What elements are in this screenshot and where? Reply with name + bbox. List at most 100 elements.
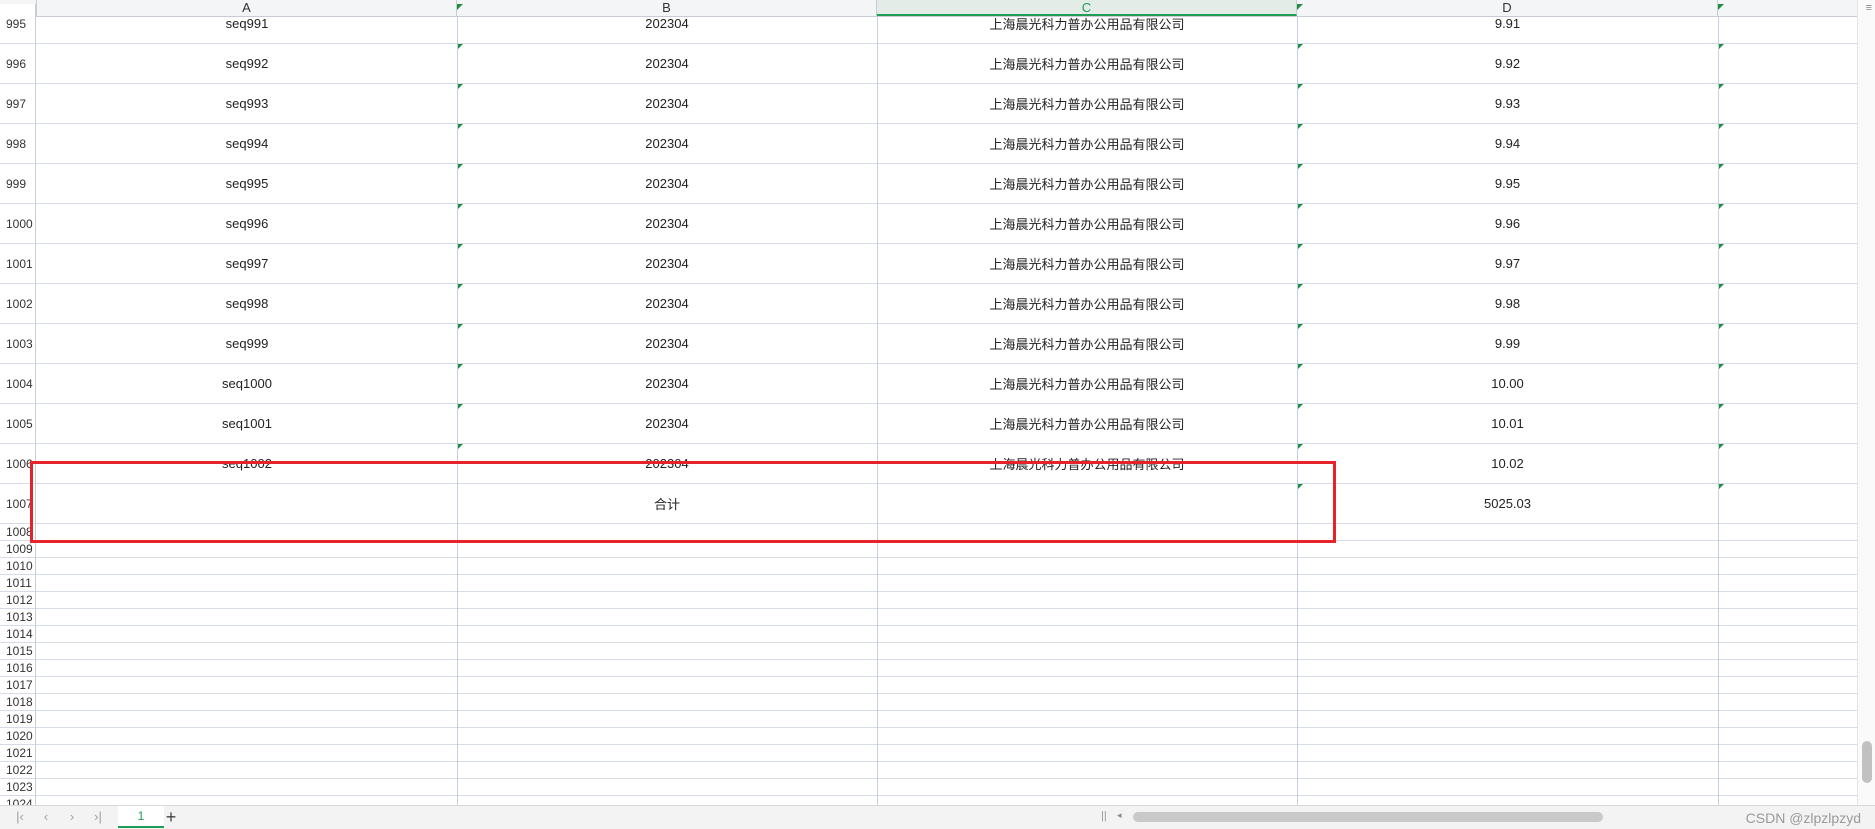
- cell-amount[interactable]: 9.98: [1297, 284, 1718, 323]
- first-sheet-icon[interactable]: |‹: [12, 809, 28, 825]
- total-label-cell[interactable]: 合计: [37, 484, 1297, 523]
- row-header[interactable]: 1003: [0, 324, 36, 363]
- cell-seq[interactable]: seq999: [37, 324, 457, 363]
- cell-seq[interactable]: seq1000: [37, 364, 457, 403]
- cell-amount[interactable]: 9.91: [1297, 4, 1718, 43]
- row-header[interactable]: 1011: [0, 575, 36, 591]
- cell-company[interactable]: 上海晨光科力普办公用品有限公司: [877, 204, 1297, 243]
- row-header[interactable]: 1010: [0, 558, 36, 574]
- cell-seq[interactable]: seq997: [37, 244, 457, 283]
- cell-company[interactable]: 上海晨光科力普办公用品有限公司: [877, 84, 1297, 123]
- cell-company[interactable]: 上海晨光科力普办公用品有限公司: [877, 364, 1297, 403]
- row-header[interactable]: 1009: [0, 541, 36, 557]
- cell-amount[interactable]: 9.93: [1297, 84, 1718, 123]
- cell-empty[interactable]: [1718, 44, 1858, 83]
- row-header[interactable]: 1002: [0, 284, 36, 323]
- cell-empty[interactable]: [1718, 84, 1858, 123]
- cell-empty[interactable]: [1718, 284, 1858, 323]
- cell-empty[interactable]: [1718, 484, 1858, 523]
- cell-company[interactable]: 上海晨光科力普办公用品有限公司: [877, 44, 1297, 83]
- cell-seq[interactable]: seq998: [37, 284, 457, 323]
- cell-seq[interactable]: seq992: [37, 44, 457, 83]
- cell-empty[interactable]: [1718, 244, 1858, 283]
- row-header[interactable]: 1013: [0, 609, 36, 625]
- row-header[interactable]: 1017: [0, 677, 36, 693]
- cell-seq[interactable]: seq996: [37, 204, 457, 243]
- row-header[interactable]: 1020: [0, 728, 36, 744]
- cell-amount[interactable]: 10.02: [1297, 444, 1718, 483]
- cell-company[interactable]: 上海晨光科力普办公用品有限公司: [877, 404, 1297, 443]
- vertical-scroll-thumb[interactable]: [1862, 741, 1872, 783]
- cell-amount[interactable]: 9.92: [1297, 44, 1718, 83]
- cell-company[interactable]: 上海晨光科力普办公用品有限公司: [877, 284, 1297, 323]
- cell-period[interactable]: 202304: [457, 204, 877, 243]
- cell-seq[interactable]: seq994: [37, 124, 457, 163]
- cell-period[interactable]: 202304: [457, 244, 877, 283]
- cell-company[interactable]: 上海晨光科力普办公用品有限公司: [877, 164, 1297, 203]
- cell-period[interactable]: 202304: [457, 44, 877, 83]
- cell-empty[interactable]: [1718, 444, 1858, 483]
- cell-empty[interactable]: [1718, 4, 1858, 43]
- split-handle-icon[interactable]: ||: [1101, 810, 1107, 822]
- horizontal-scrollbar[interactable]: ◂: [1113, 810, 1841, 824]
- row-header[interactable]: 1016: [0, 660, 36, 676]
- row-header[interactable]: 995: [0, 4, 36, 43]
- row-header[interactable]: 1015: [0, 643, 36, 659]
- cell-amount[interactable]: 9.97: [1297, 244, 1718, 283]
- cell-empty[interactable]: [1718, 404, 1858, 443]
- prev-sheet-icon[interactable]: ‹: [38, 809, 54, 825]
- cell-company[interactable]: 上海晨光科力普办公用品有限公司: [877, 4, 1297, 43]
- cell-empty[interactable]: [1718, 204, 1858, 243]
- cell-period[interactable]: 202304: [457, 284, 877, 323]
- row-header[interactable]: 1004: [0, 364, 36, 403]
- row-header[interactable]: 1014: [0, 626, 36, 642]
- last-sheet-icon[interactable]: ›|: [90, 809, 106, 825]
- cell-amount[interactable]: 10.01: [1297, 404, 1718, 443]
- cell-empty[interactable]: [1718, 364, 1858, 403]
- cell-company[interactable]: 上海晨光科力普办公用品有限公司: [877, 324, 1297, 363]
- menu-icon[interactable]: ≡: [1866, 2, 1872, 14]
- cell-period[interactable]: 202304: [457, 164, 877, 203]
- row-header[interactable]: 1007: [0, 484, 36, 523]
- cell-seq[interactable]: seq1001: [37, 404, 457, 443]
- cell-period[interactable]: 202304: [457, 124, 877, 163]
- cell-seq[interactable]: seq995: [37, 164, 457, 203]
- add-sheet-icon[interactable]: +: [162, 808, 180, 826]
- cell-empty[interactable]: [1718, 124, 1858, 163]
- cell-amount[interactable]: 9.96: [1297, 204, 1718, 243]
- row-header[interactable]: 1006: [0, 444, 36, 483]
- row-header[interactable]: 1019: [0, 711, 36, 727]
- cell-seq[interactable]: seq991: [37, 4, 457, 43]
- row-header[interactable]: 1012: [0, 592, 36, 608]
- vertical-scrollbar[interactable]: ≡: [1857, 0, 1875, 805]
- row-header[interactable]: 1000: [0, 204, 36, 243]
- cell-period[interactable]: 202304: [457, 84, 877, 123]
- sheet-tab-1[interactable]: 1: [118, 806, 164, 828]
- spreadsheet-view[interactable]: A B C D 995 seq991 202304 上海晨光科力普办公用品有限公司 9.…: [0, 0, 1875, 805]
- row-header[interactable]: 1018: [0, 694, 36, 710]
- cell-period[interactable]: 202304: [457, 444, 877, 483]
- row-header[interactable]: 1023: [0, 779, 36, 795]
- cell-amount[interactable]: 9.94: [1297, 124, 1718, 163]
- scroll-left-icon[interactable]: ◂: [1117, 810, 1122, 821]
- cell-seq[interactable]: seq1002: [37, 444, 457, 483]
- row-header[interactable]: 999: [0, 164, 36, 203]
- row-header[interactable]: 1022: [0, 762, 36, 778]
- cell-empty[interactable]: [1718, 324, 1858, 363]
- next-sheet-icon[interactable]: ›: [64, 809, 80, 825]
- row-header[interactable]: 996: [0, 44, 36, 83]
- cell-amount[interactable]: 9.99: [1297, 324, 1718, 363]
- row-header[interactable]: 1001: [0, 244, 36, 283]
- row-header[interactable]: 998: [0, 124, 36, 163]
- total-value-cell[interactable]: 5025.03: [1297, 484, 1718, 523]
- cell-company[interactable]: 上海晨光科力普办公用品有限公司: [877, 244, 1297, 283]
- cell-amount[interactable]: 9.95: [1297, 164, 1718, 203]
- cell-company[interactable]: 上海晨光科力普办公用品有限公司: [877, 124, 1297, 163]
- row-header[interactable]: 997: [0, 84, 36, 123]
- cell-period[interactable]: 202304: [457, 4, 877, 43]
- horizontal-scroll-thumb[interactable]: [1133, 812, 1603, 822]
- row-header[interactable]: 1008: [0, 524, 36, 540]
- row-header[interactable]: 1024: [0, 796, 36, 805]
- cell-empty[interactable]: [1718, 164, 1858, 203]
- cell-company[interactable]: 上海晨光科力普办公用品有限公司: [877, 444, 1297, 483]
